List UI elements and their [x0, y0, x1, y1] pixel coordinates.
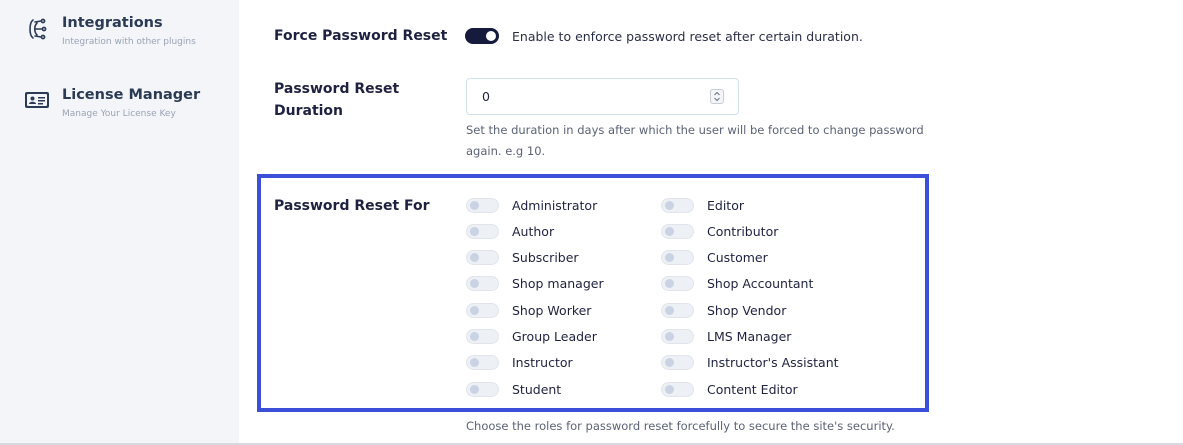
duration-help-line1: Set the duration in days after which the… [466, 123, 924, 137]
toggle-knob [470, 227, 479, 236]
duration-label-line2: Duration [274, 103, 344, 119]
settings-panel: Force Password Reset Enable to enforce p… [239, 0, 1183, 445]
toggle-knob [665, 332, 674, 341]
toggle-knob [470, 332, 479, 341]
toggle-knob [470, 306, 479, 315]
reset-for-label: Password Reset For [274, 198, 430, 214]
sidebar-item-integrations[interactable]: Integrations Integration with other plug… [0, 15, 239, 79]
role-label: Shop Vendor [707, 303, 787, 318]
role-label: Subscriber [512, 250, 579, 265]
role-label: Contributor [707, 224, 779, 239]
role-label: Instructor's Assistant [707, 355, 839, 370]
toggle-knob [665, 227, 674, 236]
role-label: Editor [707, 198, 744, 213]
toggle-switch[interactable] [661, 250, 694, 265]
toggle-knob [470, 201, 479, 210]
toggle-switch[interactable] [661, 355, 694, 370]
toggle-knob [470, 385, 479, 394]
duration-value: 0 [482, 89, 490, 104]
duration-input[interactable]: 0 [466, 78, 739, 115]
toggle-knob [470, 253, 479, 262]
toggle-switch[interactable] [466, 329, 499, 344]
role-label: Instructor [512, 355, 573, 370]
force-reset-description: Enable to enforce password reset after c… [512, 29, 863, 44]
duration-help: Set the duration in days after which the… [466, 120, 924, 162]
sidebar-item-license-manager[interactable]: License Manager Manage Your License Key [0, 87, 239, 151]
toggle-switch[interactable] [466, 250, 499, 265]
duration-label: Password Reset Duration [274, 78, 399, 122]
role-label: Author [512, 224, 555, 239]
toggle-knob [470, 279, 479, 288]
sidebar-item-subtitle: Manage Your License Key [62, 109, 176, 119]
toggle-switch[interactable] [661, 198, 694, 213]
toggle-knob [665, 253, 674, 262]
toggle-knob [665, 279, 674, 288]
toggle-switch[interactable] [466, 198, 499, 213]
toggle-switch[interactable] [466, 355, 499, 370]
toggle-switch[interactable] [661, 276, 694, 291]
duration-label-line1: Password Reset [274, 81, 400, 97]
roles-help: Choose the roles for password reset forc… [466, 419, 895, 433]
spinner-icon[interactable] [710, 89, 724, 104]
force-reset-label: Force Password Reset [274, 28, 448, 44]
toggle-knob [665, 385, 674, 394]
role-label: Content Editor [707, 382, 798, 397]
toggle-switch[interactable] [661, 382, 694, 397]
toggle-knob [665, 358, 674, 367]
role-label: Student [512, 382, 562, 397]
toggle-knob [470, 358, 479, 367]
sidebar: Integrations Integration with other plug… [0, 0, 239, 445]
integrations-icon [24, 17, 48, 41]
role-label: Customer [707, 250, 768, 265]
role-label: Shop manager [512, 276, 604, 291]
sidebar-item-subtitle: Integration with other plugins [62, 37, 196, 47]
toggle-switch[interactable] [466, 276, 499, 291]
toggle-switch[interactable] [661, 224, 694, 239]
toggle-switch[interactable] [661, 303, 694, 318]
toggle-knob [665, 306, 674, 315]
role-label: Group Leader [512, 329, 597, 344]
toggle-knob [665, 201, 674, 210]
toggle-knob [486, 31, 496, 41]
role-label: Administrator [512, 198, 598, 213]
role-label: Shop Accountant [707, 276, 814, 291]
toggle-switch[interactable] [466, 382, 499, 397]
role-label: Shop Worker [512, 303, 592, 318]
force-reset-toggle[interactable] [465, 28, 499, 44]
sidebar-item-title: Integrations [62, 15, 163, 31]
toggle-switch[interactable] [661, 329, 694, 344]
toggle-switch[interactable] [466, 224, 499, 239]
sidebar-item-title: License Manager [62, 87, 201, 103]
role-label: LMS Manager [707, 329, 792, 344]
toggle-switch[interactable] [466, 303, 499, 318]
duration-help-line2: again. e.g 10. [466, 144, 546, 158]
license-card-icon [24, 89, 49, 113]
